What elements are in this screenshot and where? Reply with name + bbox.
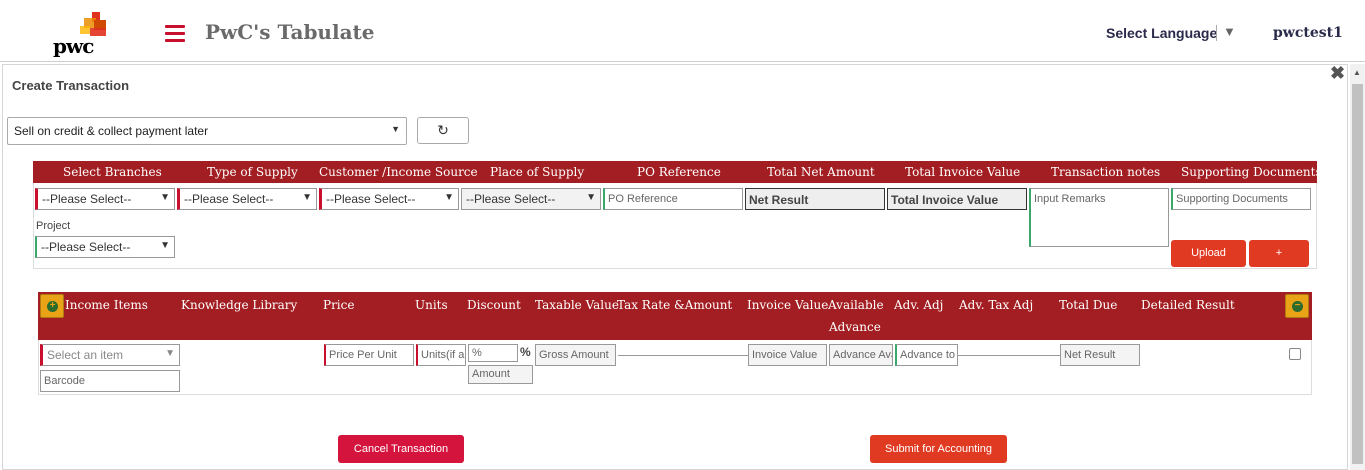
percent-symbol: % (520, 345, 531, 359)
header-available: Available (828, 298, 884, 312)
page-title: Create Transaction (12, 78, 130, 93)
add-row-button[interactable]: + (40, 294, 64, 318)
gross-amount-field: Gross Amount (535, 344, 616, 366)
supply-type-value: --Please Select-- (184, 192, 274, 206)
chevron-down-icon: ▼ (160, 192, 170, 203)
transaction-mode-value: Sell on credit & collect payment later (14, 124, 209, 138)
invoice-value-field: Invoice Value (748, 344, 827, 366)
header-place-of-supply: Place of Supply (490, 165, 585, 179)
discount-amount-input[interactable]: Amount (468, 365, 533, 384)
project-select[interactable]: --Please Select-- ▼ (35, 236, 175, 258)
header-transaction-notes: Transaction notes (1051, 165, 1161, 179)
project-label: Project (36, 220, 71, 232)
price-input[interactable]: Price Per Unit (324, 344, 414, 366)
customer-value: --Please Select-- (326, 192, 416, 206)
logo-text: pwc (53, 34, 94, 58)
details-header: Select Branches Type of Supply Customer … (33, 161, 1322, 183)
add-document-button[interactable]: + (1249, 240, 1309, 267)
row-checkbox[interactable] (1289, 348, 1301, 360)
submit-for-accounting-button[interactable]: Submit for Accounting (870, 435, 1007, 463)
divider (618, 355, 748, 356)
place-of-supply-select[interactable]: --Please Select-- ▼ (461, 188, 601, 210)
header-advance: Advance (829, 320, 881, 334)
items-header: Income Items Knowledge Library Price Uni… (38, 292, 1312, 340)
place-of-supply-value: --Please Select-- (466, 192, 556, 206)
header-customer: Customer /Income Source (319, 165, 478, 179)
header-type-of-supply: Type of Supply (207, 165, 298, 179)
chevron-down-icon: ▼ (302, 192, 312, 203)
divider (1216, 25, 1217, 41)
supply-type-select[interactable]: --Please Select-- ▼ (177, 188, 317, 210)
chevron-down-icon: ▼ (391, 124, 400, 134)
menu-icon[interactable] (165, 25, 185, 42)
header-invoice-value: Invoice Value (747, 298, 829, 312)
header-total-net-amount: Total Net Amount (767, 165, 875, 179)
total-invoice-value-field: Total Invoice Value (887, 188, 1027, 210)
refresh-button[interactable]: ↻ (417, 117, 469, 144)
branch-select[interactable]: --Please Select-- ▼ (35, 188, 175, 210)
customer-select[interactable]: --Please Select-- ▼ (319, 188, 459, 210)
project-value: --Please Select-- (41, 240, 131, 254)
available-advance-field: Advance Available (829, 344, 893, 366)
po-reference-input[interactable]: PO Reference (603, 188, 743, 210)
units-input[interactable]: Units(if any) (416, 344, 466, 366)
header-taxable-value: Taxable Value (535, 298, 619, 312)
refresh-icon: ↻ (437, 122, 449, 138)
header-knowledge-library: Knowledge Library (181, 298, 298, 312)
chevron-down-icon: ▼ (586, 192, 596, 203)
header-tax-rate-amount: Tax Rate &Amount (617, 298, 733, 312)
header-adv-adj: Adv. Adj (894, 298, 944, 312)
header-units: Units (415, 298, 448, 312)
scrollbar-thumb[interactable] (1352, 84, 1363, 464)
barcode-input[interactable]: Barcode (40, 370, 180, 392)
header-detailed-result: Detailed Result (1141, 298, 1235, 312)
pwc-logo: pwc (50, 12, 114, 58)
transaction-notes-input[interactable]: Input Remarks (1029, 188, 1169, 247)
header-supporting-documents: Supporting Documents (1181, 165, 1322, 179)
chevron-down-icon[interactable]: ▼ (1223, 24, 1236, 39)
app-title: PwC's Tabulate (205, 20, 375, 44)
divider (958, 355, 1060, 356)
minus-circle-icon: − (1292, 301, 1303, 312)
chevron-down-icon: ▼ (444, 192, 454, 203)
username[interactable]: pwctest1 (1273, 25, 1343, 41)
chevron-down-icon: ▼ (165, 348, 175, 359)
close-icon[interactable]: ✖ (1330, 64, 1346, 82)
branch-select-value: --Please Select-- (42, 192, 132, 206)
scroll-up-icon[interactable]: ▲ (1353, 68, 1361, 77)
top-bar: pwc PwC's Tabulate Select Language ▼ pwc… (0, 0, 1365, 62)
header-price: Price (323, 298, 355, 312)
item-select[interactable]: Select an item ▼ (40, 344, 180, 366)
net-result-field: Net Result (1060, 344, 1140, 366)
header-select-branches: Select Branches (63, 165, 162, 179)
header-total-invoice-value: Total Invoice Value (905, 165, 1021, 179)
remove-row-button[interactable]: − (1285, 294, 1309, 318)
supporting-documents-input[interactable]: Supporting Documents (1171, 188, 1311, 210)
header-income-items: Income Items (65, 298, 148, 312)
item-select-placeholder: Select an item (47, 348, 124, 362)
chevron-down-icon: ▼ (160, 240, 170, 251)
plus-circle-icon: + (47, 301, 58, 312)
discount-percent-input[interactable]: % (468, 344, 518, 362)
header-adv-tax-adj: Adv. Tax Adj (959, 298, 1034, 312)
advance-adjust-input[interactable]: Advance to Adjust (895, 344, 958, 366)
language-select[interactable]: Select Language (1106, 25, 1217, 41)
header-discount: Discount (467, 298, 521, 312)
header-total-due: Total Due (1059, 298, 1118, 312)
upload-button[interactable]: Upload (1171, 240, 1246, 267)
transaction-mode-select[interactable]: Sell on credit & collect payment later ▼ (7, 117, 407, 145)
cancel-transaction-button[interactable]: Cancel Transaction (338, 435, 464, 463)
total-net-amount-field: Net Result (745, 188, 885, 210)
header-po-reference: PO Reference (637, 165, 721, 179)
